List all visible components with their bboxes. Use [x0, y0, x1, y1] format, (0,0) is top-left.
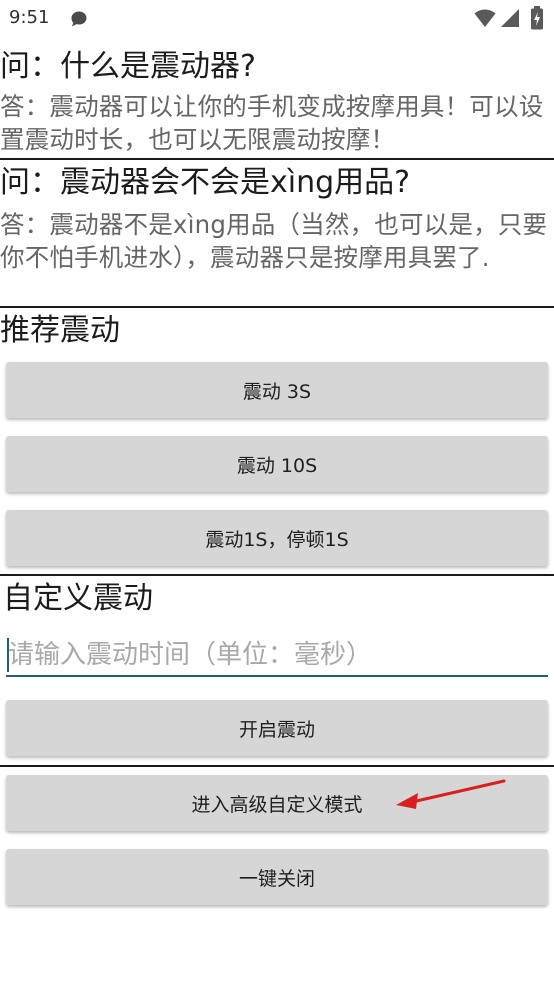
- vibrate-10s-button[interactable]: 震动 10S: [6, 436, 548, 492]
- divider: [0, 765, 554, 767]
- faq-question-1: 问：什么是震动器?: [0, 49, 256, 84]
- faq-answer-1: 答：震动器可以让你的手机变成按摩用具！可以设置震动时长，也可以无限震动按摩！: [0, 92, 544, 154]
- recommended-title: 推荐震动: [0, 313, 120, 348]
- custom-title: 自定义震动: [3, 581, 153, 616]
- status-time: 9:51: [9, 7, 50, 28]
- status-bar: 9:51: [0, 0, 554, 38]
- faq-question-2: 问：震动器会不会是xìng用品?: [0, 165, 411, 200]
- text-cursor: [7, 638, 9, 672]
- close-all-button[interactable]: 一键关闭: [6, 849, 548, 905]
- divider: [0, 306, 554, 308]
- chat-bubble-icon: [70, 10, 88, 32]
- annotation-arrow-icon: [396, 779, 506, 809]
- divider: [0, 574, 554, 576]
- vibration-duration-input[interactable]: [6, 635, 548, 677]
- vibrate-3s-button[interactable]: 震动 3S: [6, 362, 548, 418]
- faq-answer-2: 答：震动器不是xìng用品（当然，也可以是，只要你不怕手机进水），震动器只是按摩…: [0, 210, 548, 272]
- cell-signal-icon: [500, 8, 520, 32]
- vibrate-pulse-button[interactable]: 震动1S，停顿1S: [6, 510, 548, 566]
- battery-charging-icon: [530, 6, 544, 34]
- wifi-icon: [474, 8, 496, 32]
- start-vibration-button[interactable]: 开启震动: [6, 700, 548, 756]
- divider: [0, 158, 554, 160]
